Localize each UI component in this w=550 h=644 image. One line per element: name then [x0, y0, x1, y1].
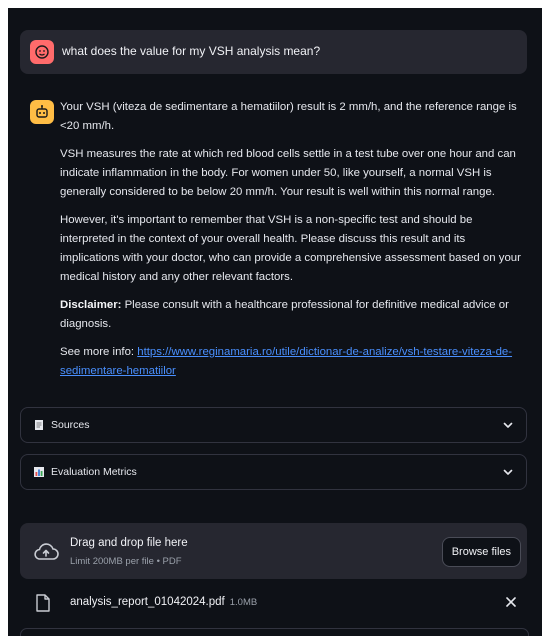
bar-chart-icon — [33, 466, 45, 478]
assistant-message: Your VSH (viteza de sedimentare a hemati… — [60, 98, 524, 390]
file-uploader-dropzone[interactable]: Drag and drop file here Limit 200MB per … — [20, 523, 527, 579]
dropzone-subtitle: Limit 200MB per file • PDF — [70, 556, 182, 567]
browse-files-button[interactable]: Browse files — [441, 537, 521, 567]
remove-file-icon[interactable] — [505, 596, 517, 608]
robot-icon — [36, 105, 48, 118]
disclaimer-text: Please consult with a healthcare profess… — [60, 299, 509, 330]
evaluation-metrics-expander[interactable]: Evaluation Metrics — [20, 454, 527, 490]
assistant-avatar — [30, 100, 54, 124]
chat-input-edge — [20, 628, 529, 636]
evaluation-metrics-expander-label: Evaluation Metrics — [51, 466, 137, 478]
disclaimer-paragraph: Disclaimer: Please consult with a health… — [60, 296, 524, 334]
assistant-paragraph: Your VSH (viteza de sedimentare a hemati… — [60, 101, 517, 132]
file-size: 1.0MB — [229, 597, 258, 608]
dropzone-title: Drag and drop file here — [70, 537, 188, 549]
assistant-paragraph: However, it's important to remember that… — [60, 214, 521, 283]
chevron-down-icon — [503, 422, 513, 428]
uploaded-file-row: analysis_report_01042024.pdf 1.0MB — [20, 586, 527, 622]
page-icon — [33, 419, 45, 431]
sources-expander-label: Sources — [51, 419, 90, 431]
user-avatar — [30, 40, 54, 64]
user-message: what does the value for my VSH analysis … — [20, 30, 527, 74]
chevron-down-icon — [503, 469, 513, 475]
more-info-label: See more info: — [60, 346, 138, 358]
file-name-text: analysis_report_01042024.pdf — [70, 596, 225, 608]
uploaded-file-name: analysis_report_01042024.pdf 1.0MB — [70, 596, 257, 608]
disclaimer-label: Disclaimer: — [60, 299, 122, 311]
user-message-text: what does the value for my VSH analysis … — [62, 44, 321, 58]
face-icon — [35, 45, 49, 59]
sources-expander[interactable]: Sources — [20, 407, 527, 443]
more-info-paragraph: See more info: https://www.reginamaria.r… — [60, 343, 524, 381]
chat-app: what does the value for my VSH analysis … — [8, 8, 542, 636]
assistant-paragraph: VSH measures the rate at which red blood… — [60, 148, 516, 198]
file-icon — [36, 594, 50, 612]
cloud-upload-icon — [34, 543, 59, 560]
